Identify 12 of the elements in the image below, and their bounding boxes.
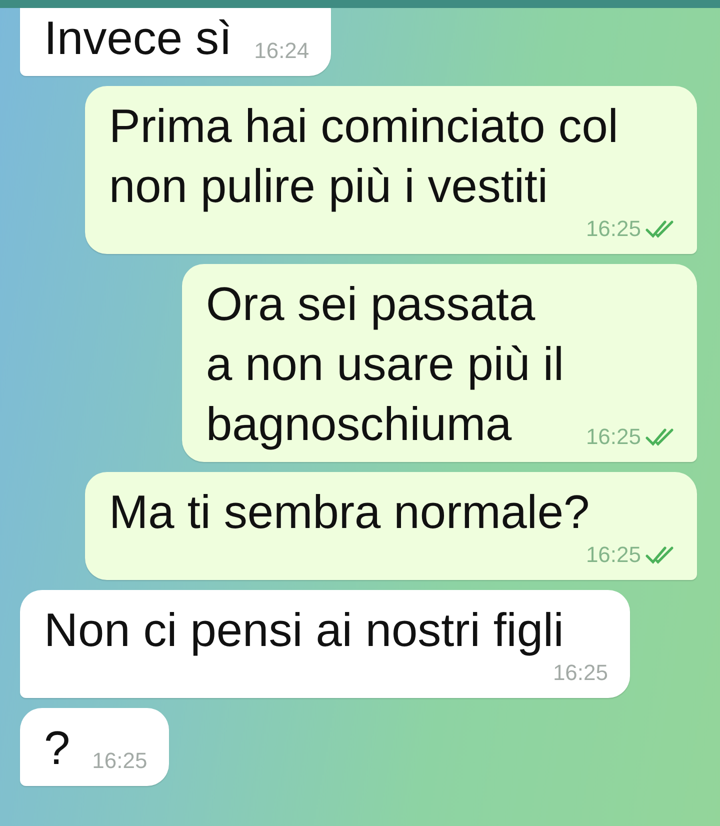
message-time: 16:25 bbox=[552, 660, 608, 686]
message-time: 16:25 bbox=[92, 748, 148, 774]
message-text: Invece sì bbox=[44, 10, 232, 66]
message-time: 16:24 bbox=[254, 38, 310, 64]
message-text: Non ci pensi ai nostri figli bbox=[44, 602, 565, 658]
message-text: Ma ti sembra normale? bbox=[109, 484, 591, 540]
message-time: 16:25 bbox=[586, 216, 641, 242]
message-time: 16:25 bbox=[586, 424, 641, 450]
message-text: Prima hai cominciato col non pulire più i vestiti bbox=[109, 98, 620, 214]
message-text: Ora sei passata a non usare più il bagnoschiuma bbox=[206, 276, 564, 452]
message-text: ? bbox=[44, 720, 70, 776]
message-time: 16:25 bbox=[586, 542, 641, 568]
